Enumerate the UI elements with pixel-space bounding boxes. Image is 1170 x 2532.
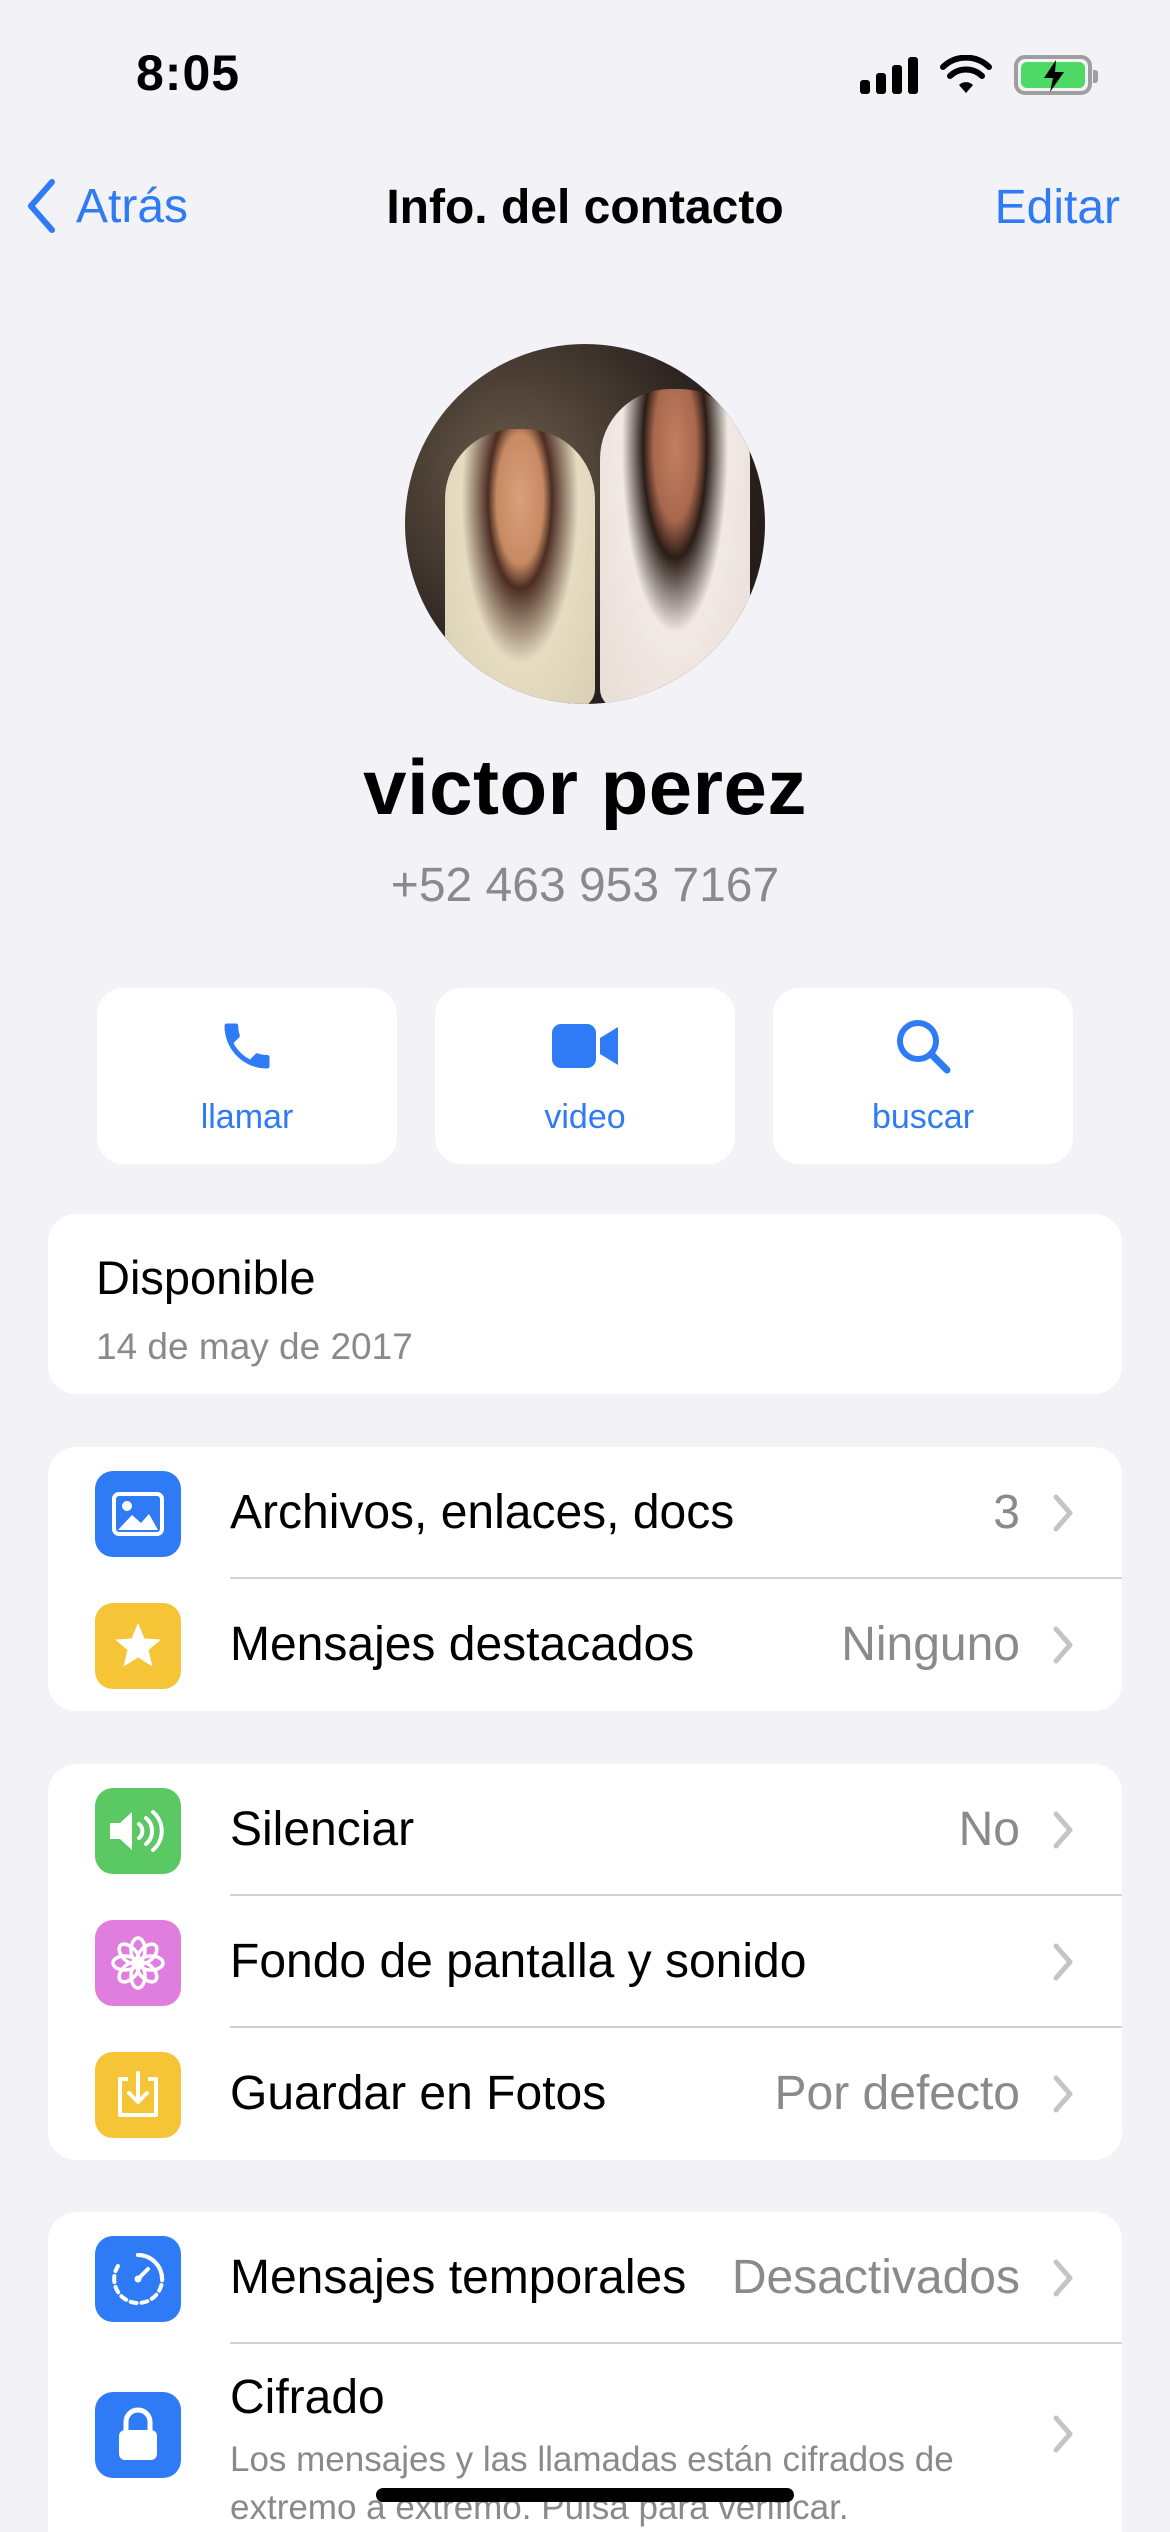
search-button[interactable]: buscar: [773, 988, 1073, 1164]
navigation-bar: Atrás Info. del contacto Editar: [0, 160, 1170, 252]
video-camera-icon: [552, 1024, 618, 1068]
video-label: video: [544, 1098, 626, 1136]
status-icons: [860, 52, 1098, 98]
media-section: Archivos, enlaces, docs 3 Mensajes desta…: [48, 1447, 1122, 1711]
battery-charging-icon: [1014, 55, 1098, 95]
chevron-right-icon: [1053, 1943, 1073, 1981]
contact-info-screen: 8:05 Atrás Info. del contacto Editar vic…: [0, 0, 1170, 2532]
chevron-right-icon: [1053, 2075, 1073, 2113]
contact-name: victor perez: [363, 743, 807, 831]
chevron-right-icon: [1053, 1494, 1073, 1532]
quick-actions: llamar video buscar: [97, 988, 1073, 1164]
row-label: Fondo de pantalla y sonido: [230, 1935, 807, 1988]
row-value: No: [958, 1803, 1020, 1856]
timer-icon: [95, 2236, 181, 2322]
home-indicator[interactable]: [376, 2488, 794, 2502]
row-label: Mensajes temporales: [230, 2251, 687, 2304]
privacy-section: Mensajes temporales Desactivados Cifrado…: [48, 2212, 1122, 2532]
about-status: Disponible: [96, 1251, 316, 1304]
row-value: Desactivados: [731, 2251, 1020, 2304]
chevron-right-icon: [1053, 2259, 1073, 2297]
wallpaper-sound-row[interactable]: Fondo de pantalla y sonido: [48, 1896, 1122, 2028]
speaker-icon: [95, 1788, 181, 1874]
starred-messages-row[interactable]: Mensajes destacados Ninguno: [48, 1579, 1122, 1711]
about-date: 14 de may de 2017: [96, 1326, 413, 1367]
search-icon: [897, 1020, 951, 1074]
chevron-right-icon: [1053, 1811, 1073, 1849]
cellular-signal-icon: [860, 56, 918, 94]
call-label: llamar: [200, 1098, 294, 1136]
chevron-right-icon: [1053, 2415, 1073, 2453]
about-card[interactable]: Disponible 14 de may de 2017: [48, 1214, 1122, 1394]
search-label: buscar: [871, 1098, 975, 1136]
wifi-icon: [940, 55, 992, 93]
mute-row[interactable]: Silenciar No: [48, 1764, 1122, 1896]
download-icon: [95, 2052, 181, 2138]
row-label: Guardar en Fotos: [230, 2067, 607, 2120]
flower-icon: [95, 1920, 181, 2006]
contact-avatar[interactable]: [405, 344, 765, 704]
row-value: Ninguno: [841, 1618, 1020, 1671]
row-value: Por defecto: [774, 2067, 1020, 2120]
video-call-button[interactable]: video: [435, 988, 735, 1164]
star-icon: [95, 1603, 181, 1689]
row-description: Los mensajes y las llamadas están cifrad…: [230, 2440, 954, 2527]
contact-phone: +52 463 953 7167: [390, 859, 780, 912]
save-to-photos-row[interactable]: Guardar en Fotos Por defecto: [48, 2028, 1122, 2160]
disappearing-messages-row[interactable]: Mensajes temporales Desactivados: [48, 2212, 1122, 2344]
row-label: Mensajes destacados: [230, 1618, 695, 1671]
row-label: Cifrado: [230, 2371, 385, 2424]
lock-icon: [95, 2392, 181, 2478]
row-value: 3: [993, 1486, 1020, 1539]
settings-section: Silenciar No Fondo de pantalla y sonido …: [48, 1764, 1122, 2160]
edit-button[interactable]: Editar: [995, 180, 1120, 235]
photo-icon: [95, 1471, 181, 1557]
media-links-docs-row[interactable]: Archivos, enlaces, docs 3: [48, 1447, 1122, 1579]
call-button[interactable]: llamar: [97, 988, 397, 1164]
chevron-right-icon: [1053, 1626, 1073, 1664]
status-time: 8:05: [136, 45, 241, 101]
row-label: Archivos, enlaces, docs: [230, 1486, 735, 1539]
phone-icon: [224, 1023, 270, 1069]
status-bar: 8:05: [0, 0, 1170, 150]
row-label: Silenciar: [230, 1803, 415, 1856]
